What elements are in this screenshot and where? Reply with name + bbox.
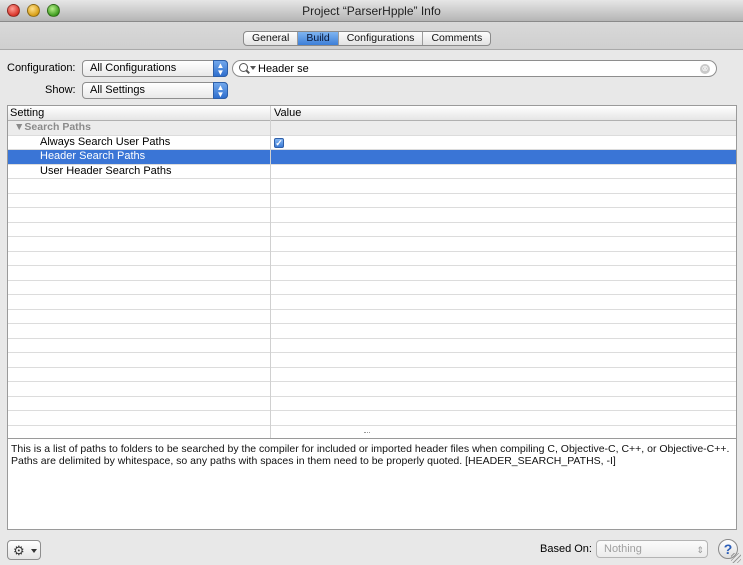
tab-comments[interactable]: Comments	[423, 32, 490, 45]
action-menu-button[interactable]: ⚙	[7, 540, 41, 560]
based-on-label: Based On:	[540, 543, 592, 555]
popup-arrows-icon: ▲ ▼	[213, 82, 228, 99]
table-rows: ▼Search Paths Always Search User Paths ✓…	[8, 121, 736, 469]
configuration-label: Configuration:	[7, 62, 76, 74]
configuration-popup[interactable]: All Configurations ▲ ▼	[82, 60, 228, 77]
empty-row	[8, 223, 736, 237]
tab-bar: General Build Configurations Comments	[0, 22, 743, 50]
setting-name: Header Search Paths	[40, 150, 146, 162]
empty-row	[8, 266, 736, 281]
group-label: ▼Search Paths	[14, 121, 91, 133]
show-value: All Settings	[90, 84, 146, 96]
chevron-down-icon	[31, 549, 37, 553]
based-on-popup[interactable]: Nothing ⇕	[596, 540, 708, 558]
empty-row	[8, 179, 736, 194]
empty-row	[8, 310, 736, 324]
table-row-selected[interactable]: Header Search Paths	[8, 150, 736, 165]
tab-build[interactable]: Build	[298, 32, 339, 45]
gear-icon: ⚙	[13, 543, 25, 558]
search-field[interactable]: Header se ⊗	[232, 60, 717, 77]
setting-name: Always Search User Paths	[40, 135, 171, 148]
empty-row	[8, 324, 736, 339]
empty-row	[8, 281, 736, 295]
tab-configurations[interactable]: Configurations	[339, 32, 424, 45]
empty-row	[8, 411, 736, 426]
column-header-value[interactable]: Value	[272, 106, 301, 121]
group-row-search-paths[interactable]: ▼Search Paths	[8, 121, 736, 136]
split-resize-handle[interactable]	[364, 432, 370, 435]
tab-general[interactable]: General	[244, 32, 299, 45]
empty-row	[8, 368, 736, 382]
empty-row	[8, 339, 736, 353]
empty-row	[8, 397, 736, 411]
empty-row	[8, 237, 736, 252]
popup-arrows-icon: ▲ ▼	[213, 60, 228, 77]
window-resize-grip[interactable]	[731, 553, 741, 563]
show-label: Show:	[45, 84, 76, 96]
empty-row	[8, 252, 736, 266]
table-row[interactable]: Always Search User Paths ✓	[8, 135, 736, 150]
build-settings-table: Setting Value ▼Search Paths Always Searc…	[7, 105, 737, 483]
setting-name: User Header Search Paths	[40, 164, 172, 177]
configuration-value: All Configurations	[90, 62, 177, 74]
checkbox-checked-icon[interactable]: ✓	[274, 137, 284, 148]
based-on-value: Nothing	[604, 543, 642, 555]
empty-row	[8, 194, 736, 208]
title-bar[interactable]: Project “ParserHpple” Info	[0, 0, 743, 22]
column-divider[interactable]	[270, 106, 271, 482]
table-header: Setting Value	[8, 106, 736, 121]
popup-arrows-icon: ⇕	[696, 545, 704, 555]
setting-description: This is a list of paths to folders to be…	[7, 438, 737, 530]
empty-row	[8, 353, 736, 368]
table-row[interactable]: User Header Search Paths	[8, 164, 736, 179]
window-title: Project “ParserHpple” Info	[302, 4, 441, 18]
search-icon[interactable]	[239, 63, 248, 72]
search-menu-arrow-icon[interactable]	[250, 66, 256, 70]
empty-row	[8, 382, 736, 397]
build-pane: Configuration: All Configurations ▲ ▼ Hea…	[0, 51, 743, 565]
search-input[interactable]: Header se	[258, 62, 309, 76]
segmented-tabs: General Build Configurations Comments	[243, 31, 492, 46]
empty-row	[8, 208, 736, 223]
column-header-setting[interactable]: Setting	[8, 106, 44, 121]
show-popup[interactable]: All Settings ▲ ▼	[82, 82, 228, 99]
empty-row	[8, 295, 736, 310]
clear-search-icon[interactable]: ⊗	[700, 64, 710, 74]
